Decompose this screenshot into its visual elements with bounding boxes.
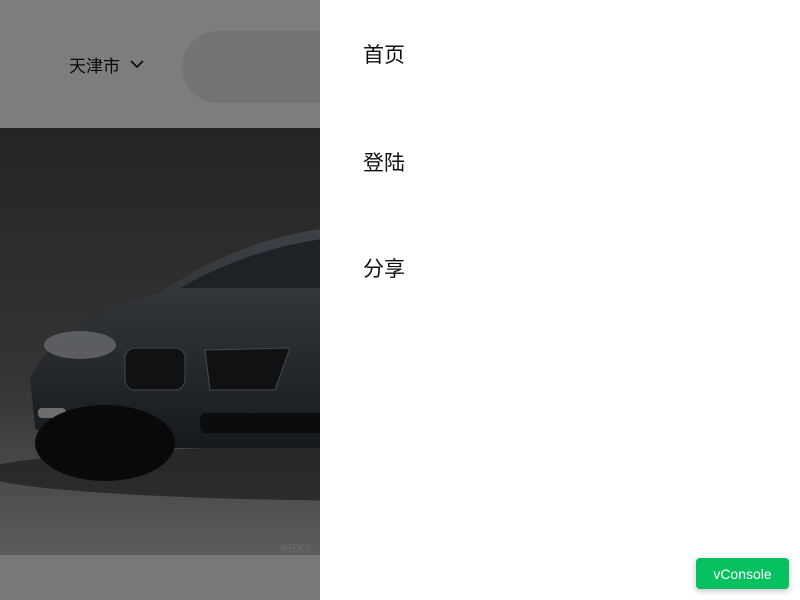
menu-item-login[interactable]: 登陆 <box>363 147 405 177</box>
menu-item-share[interactable]: 分享 <box>363 253 405 283</box>
menu-item-home[interactable]: 首页 <box>363 39 405 69</box>
vconsole-button[interactable]: vConsole <box>696 558 789 589</box>
drawer-overlay[interactable] <box>0 0 320 600</box>
side-drawer-menu: 首页 登陆 分享 <box>320 0 800 600</box>
